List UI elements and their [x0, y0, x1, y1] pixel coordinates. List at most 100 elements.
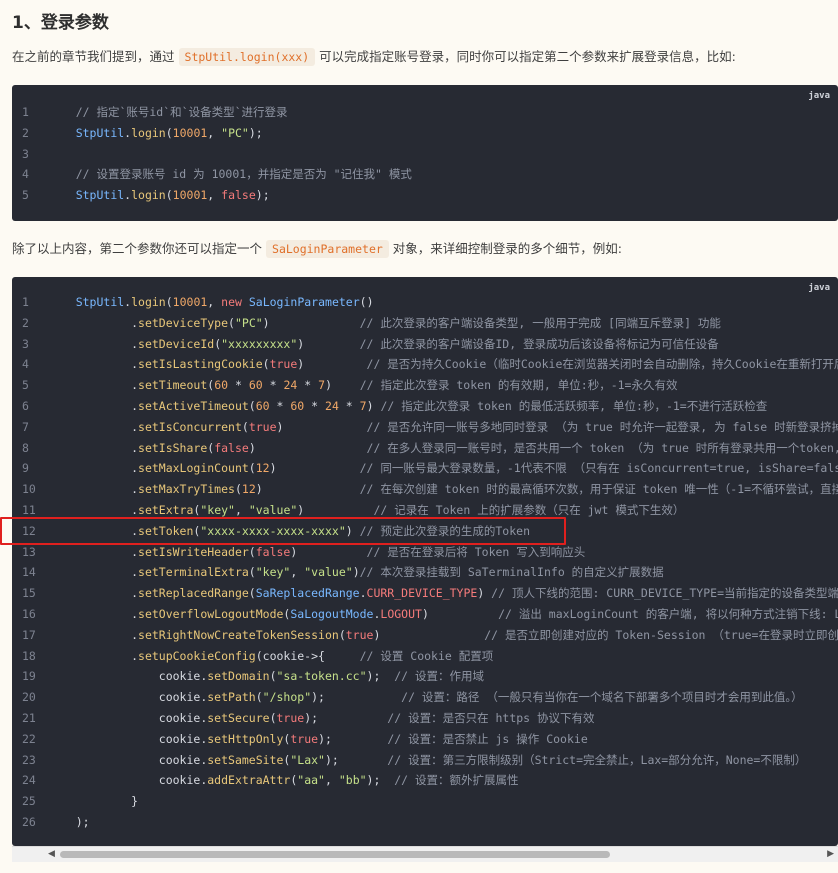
code-token: ); [255, 188, 270, 203]
code-token: ); [311, 690, 402, 705]
code-token: ) [297, 502, 374, 517]
code-token: // 此次登录的客户端设备ID, 登录成功后该设备将标记为可信任设备 [359, 336, 719, 351]
code-line: 6 .setActiveTimeout(60 * 60 * 24 * 7) //… [12, 396, 838, 417]
code-token: setDeviceId [138, 336, 215, 351]
code-line: 20 cookie.setPath("/shop"); // 设置：路径 （一般… [12, 687, 838, 708]
horizontal-scrollbar[interactable]: ◀ ▶ [12, 846, 838, 862]
code-token: LOGOUT [380, 606, 422, 621]
code-token: . [48, 648, 139, 663]
code-token: setupCookieConfig [138, 648, 256, 663]
code-token: * [262, 378, 284, 393]
code-token: ( [269, 669, 277, 684]
line-number: 5 [22, 378, 29, 393]
code-token: 12 [241, 482, 256, 497]
scrollbar-thumb[interactable] [60, 851, 610, 858]
intro-paragraph: 在之前的章节我们提到，通过 StpUtil.login(xxx) 可以完成指定账号登… [12, 47, 736, 67]
code-lines: 1 StpUtil.login(10001, new SaLoginParame… [12, 292, 838, 833]
code-token: . [48, 544, 139, 559]
code-lines: 1 // 指定`账号id`和`设备类型`进行登录 2 StpUtil.login(… [12, 102, 838, 206]
code-token: StpUtil [75, 188, 125, 203]
code-token: * [338, 398, 360, 413]
inline-code-login: StpUtil.login(xxx) [178, 48, 316, 66]
code-token: . [48, 482, 139, 497]
scroll-left-arrow-icon[interactable]: ◀ [48, 849, 55, 859]
code-token: true [248, 419, 277, 434]
line-number: 1 [22, 295, 29, 309]
code-token: StpUtil [75, 125, 125, 140]
code-token: "sa-token.cc" [276, 669, 367, 684]
code-token: ( [234, 482, 242, 497]
code-token: . [48, 378, 139, 393]
code-line: 26 ); [12, 812, 838, 833]
code-token: cookie. [48, 773, 208, 788]
line-number: 4 [22, 357, 29, 372]
intro-text-after: 可以完成指定账号登录，同时你可以指定第二个参数来扩展登录信息，比如: [319, 49, 736, 64]
code-token: // 设置：是否禁止 js 操作 Cookie [387, 731, 588, 746]
code-token: setHttpOnly [207, 731, 284, 746]
line-number: 16 [22, 606, 36, 621]
line-number: 5 [22, 188, 29, 203]
code-token: login [131, 295, 166, 309]
code-token: * [304, 398, 326, 413]
code-token: 24 [325, 398, 339, 413]
code-token: ) [421, 606, 499, 621]
line-number: 18 [22, 648, 36, 663]
code-token: . [48, 440, 139, 455]
code-line: 2 .setDeviceType("PC") // 此次登录的客户端设备类型, … [12, 313, 838, 334]
code-token: , [207, 188, 222, 203]
code-token: ) [477, 586, 492, 601]
code-token: ) [297, 357, 367, 372]
code-token: new [221, 295, 249, 309]
code-line: 5 .setTimeout(60 * 60 * 24 * 7) // 指定此次登… [12, 375, 838, 396]
code-token: 24 [283, 378, 298, 393]
code-token: , [207, 295, 222, 309]
code-token: // 设置：是否只在 https 协议下有效 [387, 710, 595, 725]
code-token: false [255, 544, 291, 559]
code-token: , [234, 502, 249, 517]
scroll-right-arrow-icon[interactable]: ▶ [827, 849, 834, 859]
code-token: } [48, 794, 139, 809]
param-paragraph: 除了以上内容，第二个参数你还可以指定一个 SaLoginParameter 对象，来… [12, 239, 622, 259]
code-token: ( [228, 315, 235, 330]
code-token: ); [248, 125, 263, 140]
code-token: cookie. [48, 690, 208, 705]
code-token: // 在多人登录同一账号时，是否共用一个 token （为 true 时所有登录… [366, 440, 838, 455]
line-number: 14 [22, 565, 36, 580]
code-token: // 本次登录挂载到 SaTerminalInfo 的自定义扩展数据 [359, 565, 664, 580]
code-token: ( [248, 544, 256, 559]
code-token: ( [248, 586, 256, 601]
code-token: ); [366, 773, 395, 788]
code-token: . [48, 315, 139, 330]
code-token: , [207, 125, 222, 140]
code-token: setOverflowLogoutMode [138, 606, 284, 621]
code-token: * [269, 398, 291, 413]
code-token: ); [318, 731, 388, 746]
code-token: "key" [200, 502, 235, 517]
code-line: 25 } [12, 791, 838, 812]
param-text-after: 对象，来详细控制登录的多个细节，例如: [392, 241, 623, 256]
code-token: ( [248, 565, 256, 580]
inline-code-saloginparameter: SaLoginParameter [266, 240, 389, 258]
code-token: setActiveTimeout [138, 398, 249, 413]
code-token: // 是否允许同一账号多地同时登录 （为 true 时允许一起登录, 为 fal… [366, 419, 838, 434]
code-token: 60 [214, 378, 229, 393]
line-number: 21 [22, 710, 36, 725]
code-token: "PC" [221, 125, 249, 140]
code-token: ) [269, 461, 360, 476]
code-token: 12 [255, 461, 270, 476]
code-line: 4 .setIsLastingCookie(true) // 是否为持久Cook… [12, 354, 838, 375]
code-token: setDomain [207, 669, 270, 684]
intro-text-before: 在之前的章节我们提到，通过 [12, 49, 175, 64]
code-token: setSameSite [207, 752, 284, 767]
code-token: // 设置 Cookie 配置项 [359, 648, 494, 663]
code-token: . [48, 336, 139, 351]
code-line: 3 [12, 144, 838, 165]
code-token: ); [48, 814, 90, 829]
code-token: // 指定此次登录 token 的有效期, 单位:秒，-1=永久有效 [359, 378, 678, 393]
code-token: 10001 [172, 295, 208, 309]
code-line: 23 cookie.setSameSite("Lax"); // 设置：第三方限… [12, 750, 838, 771]
code-token: 10001 [172, 125, 208, 140]
code-line: 15 .setReplacedRange(SaReplacedRange.CUR… [12, 583, 838, 604]
